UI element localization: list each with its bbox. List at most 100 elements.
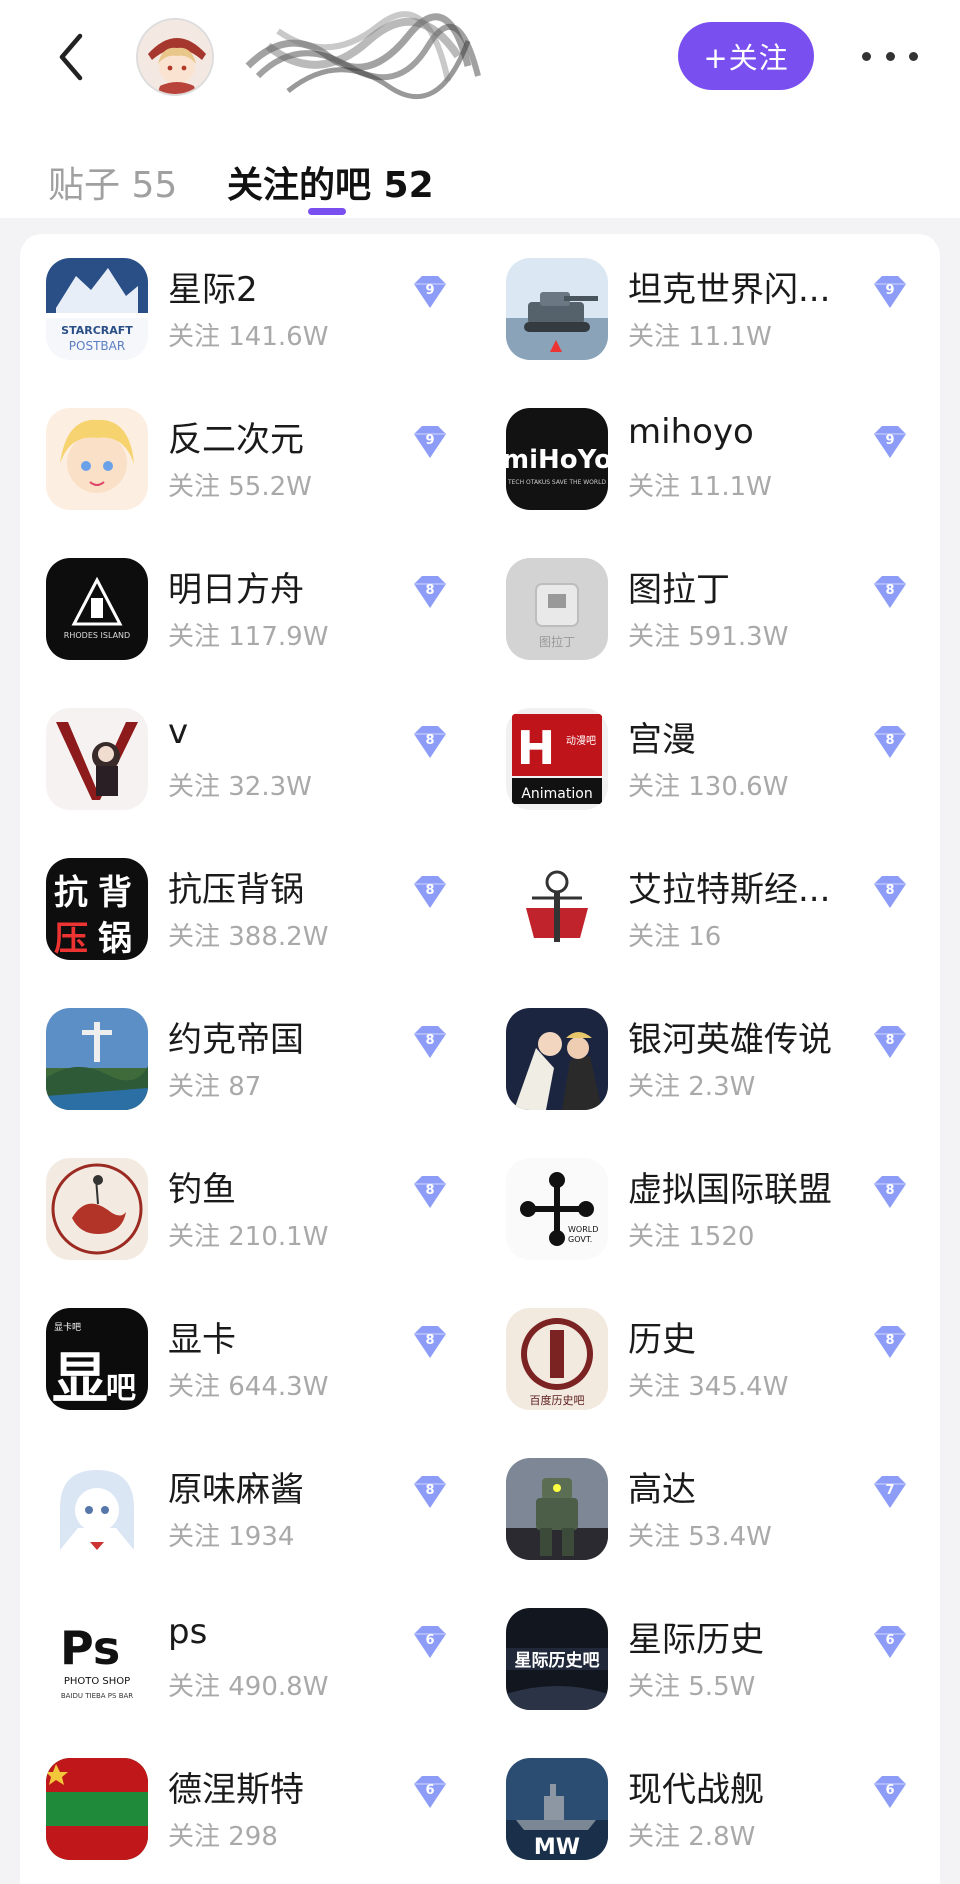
forum-follower-count: 关注 32.3W [168,772,312,802]
forum-item[interactable]: 高达 关注 53.4W 7 [506,1452,926,1562]
tab-posts[interactable]: 贴子 55 [48,156,177,208]
forum-item[interactable]: 银河英雄传说 关注 2.3W 8 [506,1002,926,1112]
followed-bars-list: STARCRAFT POSTBAR 星际2 关注 141.6W 9 坦克世界闪... 关注 … [20,234,940,1884]
forum-follower-count: 关注 388.2W [168,922,329,952]
level-number: 8 [425,1033,434,1048]
diamond-icon: 8 [414,876,446,908]
forum-item[interactable]: H 动漫吧 Animation 宫漫 关注 130.6W 8 [506,702,926,812]
arknights-bar-logo: RHODES ISLAND [46,558,148,660]
forum-name: 图拉丁 [628,570,730,610]
forum-follower-count: 关注 16 [628,922,722,952]
level-badge: 8 [870,1024,910,1060]
forum-item[interactable]: 百度历史吧 历史 关注 345.4W 8 [506,1302,926,1412]
more-button[interactable] [862,38,918,74]
forum-follower-count: 关注 87 [168,1072,262,1102]
transnistria-bar-logo [46,1758,148,1860]
diamond-icon: 8 [874,726,906,758]
forum-name: 星际历史 [628,1620,764,1660]
level-number: 8 [885,733,894,748]
level-badge: 8 [410,874,450,910]
level-number: 7 [885,1483,894,1498]
history-bar-logo: 百度历史吧 [506,1308,608,1410]
forum-name: 坦克世界闪... [628,270,831,310]
forum-name: 虚拟国际联盟 [628,1170,832,1210]
starcraft-bar-logo: STARCRAFT POSTBAR [46,258,148,360]
forum-follower-count: 关注 55.2W [168,472,312,502]
diamond-icon: 8 [414,1176,446,1208]
forum-item[interactable]: 原味麻酱 关注 1934 8 [46,1452,466,1562]
gongman-bar-logo: H 动漫吧 Animation [506,708,608,810]
diamond-icon: 7 [874,1476,906,1508]
top-bar: +关注 [0,0,960,118]
forum-item[interactable]: Ps PHOTO SHOP BAIDU TIEBA PS BAR ps 关注 490.8… [46,1602,466,1712]
forum-item[interactable]: 反二次元 关注 55.2W 9 [46,402,466,512]
forum-name: 原味麻酱 [168,1470,304,1510]
forum-follower-count: 关注 2.8W [628,1822,756,1852]
level-number: 8 [425,733,434,748]
svg-text:Animation: Animation [521,786,592,802]
profile-tabs: 贴子 55 关注的吧 52 [0,118,960,218]
forum-name: 明日方舟 [168,570,304,610]
level-badge: 9 [870,424,910,460]
tank-world-bar-logo [506,258,608,360]
chevron-left-icon [59,33,83,81]
kangya-beiguo-bar-logo: 抗背压锅 [46,858,148,960]
svg-text:WORLD: WORLD [568,1225,598,1234]
tulading-bar-logo: 图拉丁 [506,558,608,660]
forum-item[interactable]: 坦克世界闪... 关注 11.1W 9 [506,252,926,362]
diamond-icon: 8 [874,1326,906,1358]
forum-item[interactable]: RHODES ISLAND 明日方舟 关注 117.9W 8 [46,552,466,662]
level-badge: 9 [410,274,450,310]
level-number: 8 [885,883,894,898]
forum-item[interactable]: 图拉丁 图拉丁 关注 591.3W 8 [506,552,926,662]
forum-item[interactable]: 约克帝国 关注 87 8 [46,1002,466,1112]
svg-text:吧: 吧 [106,1371,136,1406]
forum-item[interactable]: 钓鱼 关注 210.1W 8 [46,1152,466,1262]
level-badge: 8 [870,1324,910,1360]
v-bar-logo [46,708,148,810]
level-number: 8 [425,1183,434,1198]
forum-name: mihoyo [628,412,754,452]
user-avatar[interactable] [136,18,214,96]
forum-item[interactable]: 星际历史吧 星际历史 关注 5.5W 6 [506,1602,926,1712]
starcraft-history-bar-logo: 星际历史吧 [506,1608,608,1710]
diamond-icon: 8 [414,1326,446,1358]
svg-text:压: 压 [54,919,88,959]
diamond-icon: 9 [874,426,906,458]
forum-item[interactable]: 德涅斯特 关注 298 6 [46,1752,466,1862]
forum-item[interactable]: 艾拉特斯经... 关注 16 8 [506,852,926,962]
forum-item[interactable]: 显卡吧显吧显卡 关注 644.3W 8 [46,1302,466,1412]
back-button[interactable] [46,22,96,92]
svg-text:Ps: Ps [60,1621,120,1675]
forum-follower-count: 关注 130.6W [628,772,789,802]
more-horizontal-icon [862,51,871,61]
forum-name: 艾拉特斯经... [628,870,831,910]
forum-item[interactable]: miHoYo TECH OTAKUS SAVE THE WORLD mihoyo 关注… [506,402,926,512]
tab-followed-bars[interactable]: 关注的吧 52 [227,156,434,208]
level-badge: 8 [410,724,450,760]
level-badge: 8 [870,724,910,760]
forum-follower-count: 关注 11.1W [628,322,772,352]
diamond-icon: 8 [414,726,446,758]
follow-button[interactable]: +关注 [678,22,814,90]
forum-item[interactable]: WORLD GOVT. 虚拟国际联盟 关注 1520 8 [506,1152,926,1262]
forum-follower-count: 关注 1934 [168,1522,295,1552]
york-empire-bar-logo [46,1008,148,1110]
diamond-icon: 6 [874,1776,906,1808]
forum-item[interactable]: STARCRAFT POSTBAR 星际2 关注 141.6W 9 [46,252,466,362]
level-number: 6 [425,1633,434,1648]
svg-text:TECH OTAKUS SAVE THE WORLD: TECH OTAKUS SAVE THE WORLD [507,479,606,486]
level-number: 9 [885,433,894,448]
yuanwei-majiang-bar-logo [46,1458,148,1560]
level-badge: 6 [870,1624,910,1660]
forum-name: v [168,712,189,752]
diamond-icon: 9 [414,276,446,308]
forum-item[interactable]: 抗背压锅抗压背锅 关注 388.2W 8 [46,852,466,962]
forum-item[interactable]: v 关注 32.3W 8 [46,702,466,812]
level-number: 9 [425,433,434,448]
svg-text:POSTBAR: POSTBAR [69,339,125,353]
svg-text:RHODES ISLAND: RHODES ISLAND [64,631,130,640]
svg-text:GOVT.: GOVT. [568,1235,592,1244]
forum-item[interactable]: MW 现代战舰 关注 2.8W 6 [506,1752,926,1862]
forum-name: ps [168,1612,208,1652]
